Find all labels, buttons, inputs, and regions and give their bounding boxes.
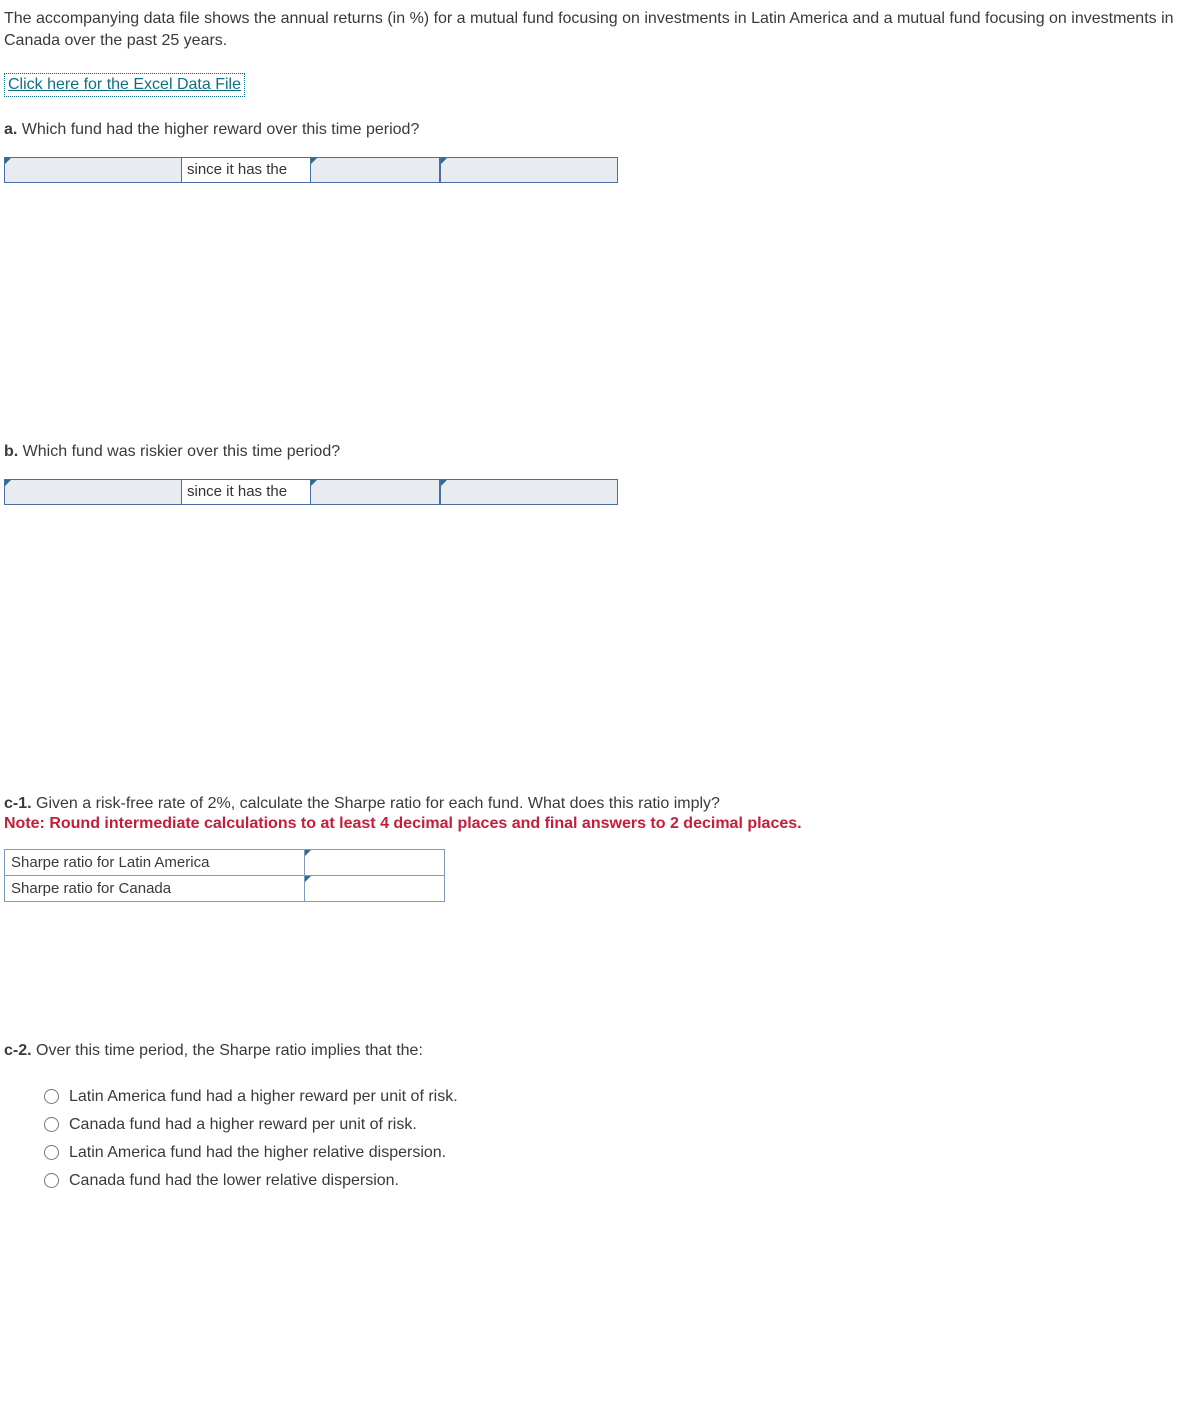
radio-label-0[interactable]: Latin America fund had a higher reward p… (69, 1088, 458, 1106)
dropdown-b-value[interactable] (440, 479, 618, 505)
dropdown-handle-icon (441, 480, 447, 486)
question-c2: c-2. Over this time period, the Sharpe r… (4, 1042, 1196, 1060)
input-handle-icon (305, 850, 311, 856)
question-a-answer-row: since it has the (4, 157, 1196, 183)
dropdown-handle-icon (441, 158, 447, 164)
radio-option-0[interactable]: Latin America fund had a higher reward p… (44, 1088, 1196, 1106)
radio-input-0[interactable] (44, 1089, 59, 1104)
dropdown-a-fund[interactable] (4, 157, 182, 183)
radio-label-1[interactable]: Canada fund had a higher reward per unit… (69, 1116, 417, 1134)
dropdown-handle-icon (311, 158, 317, 164)
radio-input-1[interactable] (44, 1117, 59, 1132)
question-b-label: b. (4, 443, 18, 460)
dropdown-a-middle-label: since it has the (182, 157, 310, 183)
radio-option-2[interactable]: Latin America fund had the higher relati… (44, 1144, 1196, 1162)
dropdown-handle-icon (5, 158, 11, 164)
sharpe-input-cell-0[interactable] (305, 849, 445, 875)
radio-input-2[interactable] (44, 1145, 59, 1160)
question-c1-text: Given a risk-free rate of 2%, calculate … (36, 795, 720, 812)
dropdown-handle-icon (311, 480, 317, 486)
question-c2-label: c-2. (4, 1042, 32, 1059)
radio-input-3[interactable] (44, 1173, 59, 1188)
question-c1: c-1. Given a risk-free rate of 2%, calcu… (4, 795, 1196, 813)
sharpe-input-cell-1[interactable] (305, 875, 445, 901)
question-b: b. Which fund was riskier over this time… (4, 443, 1196, 461)
sharpe-ratio-table: Sharpe ratio for Latin America Sharpe ra… (4, 849, 445, 902)
excel-file-link[interactable]: Click here for the Excel Data File (4, 73, 245, 97)
question-c1-note: Note: Round intermediate calculations to… (4, 815, 1196, 833)
intro-paragraph: The accompanying data file shows the ann… (4, 8, 1196, 53)
question-b-text: Which fund was riskier over this time pe… (23, 443, 340, 460)
question-a-label: a. (4, 121, 17, 138)
sharpe-input-latin[interactable] (305, 850, 444, 875)
dropdown-b-fund[interactable] (4, 479, 182, 505)
sharpe-row-label-1: Sharpe ratio for Canada (5, 875, 305, 901)
table-row: Sharpe ratio for Canada (5, 875, 445, 901)
dropdown-handle-icon (5, 480, 11, 486)
sharpe-row-label-0: Sharpe ratio for Latin America (5, 849, 305, 875)
dropdown-a-value[interactable] (440, 157, 618, 183)
question-a: a. Which fund had the higher reward over… (4, 121, 1196, 139)
question-c2-text: Over this time period, the Sharpe ratio … (36, 1042, 423, 1059)
dropdown-a-metric[interactable] (310, 157, 440, 183)
question-c1-label: c-1. (4, 795, 32, 812)
c2-radio-group: Latin America fund had a higher reward p… (44, 1088, 1196, 1190)
table-row: Sharpe ratio for Latin America (5, 849, 445, 875)
radio-option-3[interactable]: Canada fund had the lower relative dispe… (44, 1172, 1196, 1190)
input-handle-icon (305, 876, 311, 882)
question-b-answer-row: since it has the (4, 479, 1196, 505)
sharpe-input-canada[interactable] (305, 876, 444, 901)
dropdown-b-middle-label: since it has the (182, 479, 310, 505)
radio-option-1[interactable]: Canada fund had a higher reward per unit… (44, 1116, 1196, 1134)
radio-label-3[interactable]: Canada fund had the lower relative dispe… (69, 1172, 399, 1190)
question-a-text: Which fund had the higher reward over th… (22, 121, 420, 138)
dropdown-b-metric[interactable] (310, 479, 440, 505)
radio-label-2[interactable]: Latin America fund had the higher relati… (69, 1144, 446, 1162)
